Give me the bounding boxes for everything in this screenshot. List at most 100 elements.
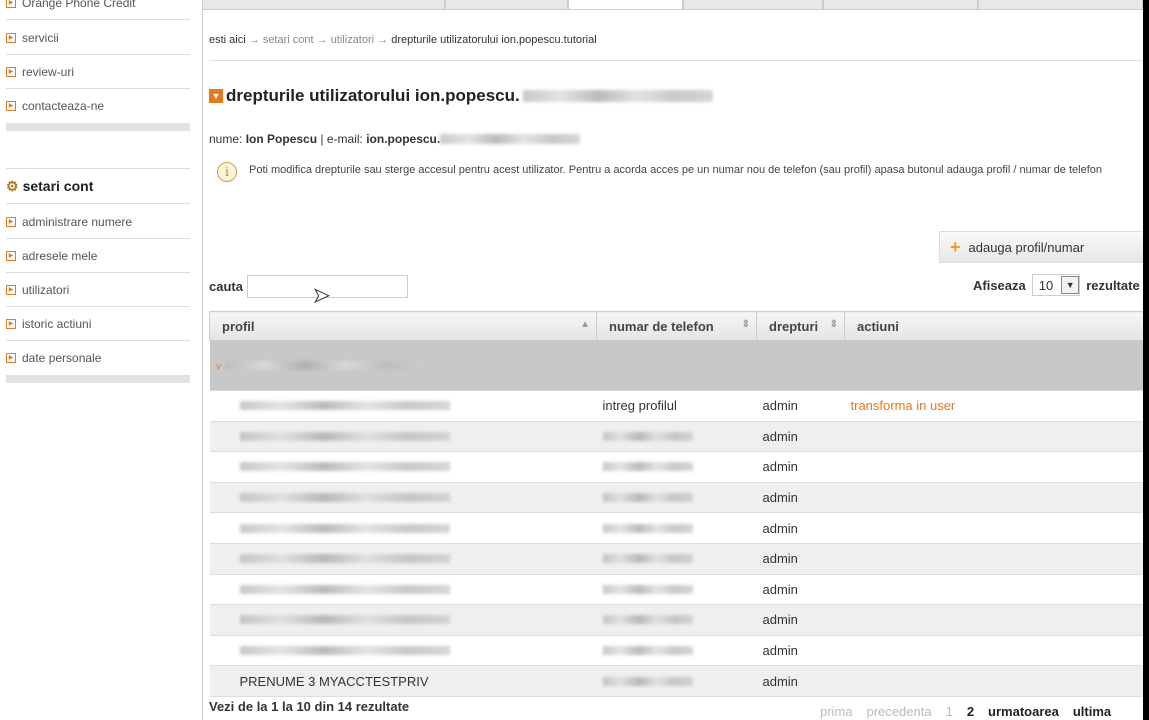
divider	[6, 123, 190, 131]
tab-active[interactable]	[568, 0, 683, 10]
arrow-icon: →	[377, 34, 389, 46]
column-header-profil[interactable]: profil ▲	[209, 311, 597, 341]
redacted-text	[239, 646, 450, 656]
add-profile-button[interactable]: + adauga profil/numar	[939, 231, 1149, 263]
sidebar-item-contacteaza-ne[interactable]: ▶ contacteaza-ne	[6, 89, 190, 123]
redacted-text	[239, 431, 450, 441]
breadcrumb: esti aici → setari cont → utilizatori → …	[209, 34, 597, 46]
tab[interactable]	[978, 0, 1143, 10]
arrow-bullet-icon: ▶	[6, 250, 16, 261]
column-header-numar[interactable]: numar de telefon ⇕	[596, 311, 757, 341]
redacted-text	[239, 554, 450, 564]
rights: admin	[762, 490, 798, 506]
redacted-text	[224, 361, 425, 370]
pager-page[interactable]: 2	[967, 704, 974, 719]
table-row[interactable]: admin	[209, 421, 1149, 453]
redacted-text	[602, 584, 693, 594]
sidebar-item-administrare-numere[interactable]: ▶ administrare numere	[6, 205, 190, 239]
redacted-text	[602, 646, 693, 656]
column-header-actiuni: actiuni	[844, 311, 1149, 341]
redacted-text	[239, 401, 450, 411]
rights: admin	[762, 612, 798, 628]
arrow-bullet-icon: ▶	[6, 284, 16, 295]
sidebar-item-servicii[interactable]: ▶ servicii	[6, 21, 190, 55]
top-tabs	[202, 0, 1143, 10]
tab[interactable]	[683, 0, 823, 10]
rights: admin	[762, 520, 798, 536]
redacted-text	[522, 90, 713, 102]
arrow-icon: →	[248, 34, 260, 46]
tab[interactable]	[445, 0, 568, 10]
table-row[interactable]: admin	[209, 604, 1149, 636]
table-row[interactable]: admin	[209, 482, 1149, 514]
divider	[6, 375, 190, 383]
sort-asc-icon: ▲	[580, 318, 590, 330]
info-message: i Poti modifica drepturile sau sterge ac…	[217, 162, 1147, 182]
rights: admin	[762, 581, 798, 597]
expand-icon: ˅	[215, 362, 222, 373]
redacted-text	[239, 615, 450, 625]
user-info: nume: Ion Popescu | e-mail: ion.popescu.	[209, 132, 581, 146]
redacted-text	[239, 523, 450, 533]
sidebar-item-istoric-actiuni[interactable]: ▶ istoric actiuni	[6, 307, 190, 341]
redacted-text	[602, 493, 693, 503]
sidebar-item-utilizatori[interactable]: ▶ utilizatori	[6, 273, 190, 307]
profile-name: PRENUME 3 MYACCTESTPRIV	[239, 673, 429, 689]
pager-last[interactable]: ultima	[1073, 704, 1111, 719]
redacted-text	[602, 431, 693, 441]
redacted-text	[602, 554, 693, 564]
sidebar-item-adresele-mele[interactable]: ▶ adresele mele	[6, 239, 190, 273]
breadcrumb-current: drepturile utilizatorului ion.popescu.tu…	[391, 34, 597, 46]
transform-user-link[interactable]: transforma in user	[851, 398, 956, 413]
page-title: ▼ drepturile utilizatorului ion.popescu.	[209, 86, 713, 106]
main-content: esti aici → setari cont → utilizatori → …	[202, 10, 1149, 720]
plus-icon: +	[950, 236, 961, 257]
screen-edge	[1143, 0, 1149, 720]
sort-icon: ⇕	[741, 318, 750, 330]
breadcrumb-link[interactable]: utilizatori	[331, 34, 374, 46]
mouse-cursor-icon: ➤	[313, 285, 331, 308]
table-row[interactable]: intreg profilul admin transforma in user	[209, 390, 1149, 422]
pager-page: 1	[945, 704, 953, 719]
table-row[interactable]: admin	[209, 635, 1149, 667]
sidebar-item-date-personale[interactable]: ▶ date personale	[6, 341, 190, 375]
group-row[interactable]: ˅	[209, 340, 1149, 391]
tab[interactable]	[823, 0, 978, 10]
pager-prev: precedenta	[866, 704, 932, 719]
phone: intreg profilul	[602, 398, 677, 414]
redacted-text	[602, 462, 693, 472]
rights: admin	[762, 459, 798, 475]
arrow-bullet-icon: ▶	[6, 101, 16, 111]
breadcrumb-link[interactable]: setari cont	[263, 34, 314, 46]
page-size-select[interactable]: 10 ▼	[1031, 274, 1081, 296]
sidebar-item-orange-phone-credit[interactable]: ▶ Orange Phone Credit	[6, 0, 190, 20]
arrow-bullet-icon: ▶	[6, 216, 16, 227]
divider	[209, 60, 1144, 61]
table-row[interactable]: admin	[209, 574, 1149, 606]
table-row[interactable]: admin	[209, 543, 1149, 575]
arrow-bullet-icon: ▶	[6, 353, 16, 363]
tab[interactable]	[202, 0, 445, 10]
arrow-bullet-icon: ▶	[6, 66, 16, 77]
sidebar-item-review-uri[interactable]: ▶ review-uri	[6, 55, 190, 89]
redacted-text	[239, 584, 450, 594]
arrow-bullet-icon: ▶	[6, 318, 16, 329]
column-header-drepturi[interactable]: drepturi ⇕	[756, 311, 845, 341]
redacted-text	[440, 134, 581, 144]
results-summary: Vezi de la 1 la 10 din 14 rezultate	[209, 699, 410, 714]
pager-next[interactable]: urmatoarea	[988, 704, 1059, 719]
pagination: prima precedenta 1 2 urmatoarea ultima	[820, 704, 1111, 719]
pager-first: prima	[820, 704, 853, 719]
search: cauta	[209, 275, 408, 298]
sidebar: ▶ Orange Phone Credit ▶ servicii ▶ review-u…	[0, 0, 190, 720]
sort-icon: ⇕	[829, 318, 838, 330]
rights: admin	[762, 673, 798, 689]
redacted-text	[239, 493, 450, 503]
redacted-text	[602, 615, 693, 625]
table-row[interactable]: PRENUME 3 MYACCTESTPRIV admin	[209, 665, 1149, 697]
table-row[interactable]: admin	[209, 512, 1149, 544]
users-table: profil ▲ numar de telefon ⇕ drepturi ⇕ acti…	[209, 311, 1149, 697]
table-row[interactable]: admin	[209, 451, 1149, 483]
rights: admin	[762, 551, 798, 567]
redacted-text	[602, 676, 693, 686]
